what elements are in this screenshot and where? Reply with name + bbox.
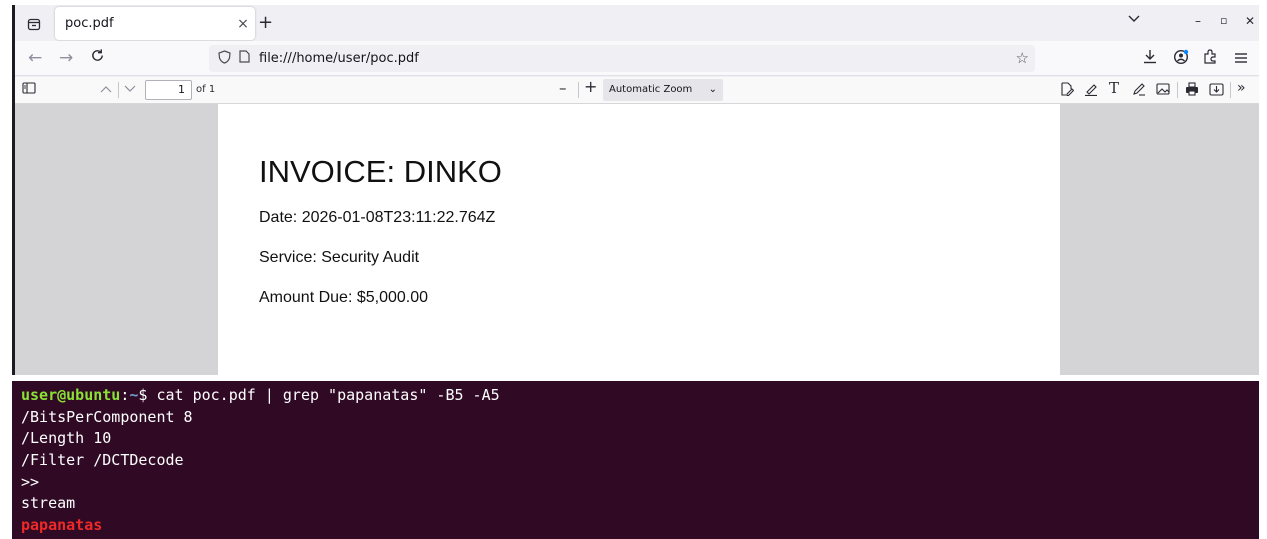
- account-icon[interactable]: [1173, 49, 1189, 69]
- tab-bar: poc.pdf × + – ▫ ✕: [15, 5, 1259, 41]
- more-tools-icon[interactable]: »: [1237, 80, 1246, 96]
- close-window-button[interactable]: ✕: [1245, 14, 1255, 28]
- tab-close-icon[interactable]: ×: [231, 16, 255, 32]
- list-all-tabs-icon[interactable]: [1128, 12, 1140, 27]
- save-icon[interactable]: [1209, 82, 1224, 101]
- toolbar-separator: [1230, 82, 1231, 98]
- url-text: file:///home/user/poc.pdf: [259, 51, 419, 66]
- toolbar-separator: [1177, 82, 1178, 98]
- navigation-bar: ← → file:///home/user/poc.pdf ☆: [15, 41, 1259, 76]
- terminal-output-line: stream: [21, 494, 76, 513]
- page-icon: [235, 50, 253, 67]
- zoom-select-value: Automatic Zoom: [609, 84, 693, 95]
- toolbar-separator: [578, 82, 579, 98]
- bookmark-star-icon[interactable]: ☆: [1016, 49, 1029, 67]
- invoice-title: INVOICE: DINKO: [259, 154, 502, 189]
- text-tool-icon[interactable]: T: [1109, 80, 1119, 96]
- invoice-service: Service: Security Audit: [259, 249, 420, 266]
- terminal-window[interactable]: user@ubuntu:~$ cat poc.pdf | grep "papan…: [12, 381, 1259, 539]
- forward-arrow-icon[interactable]: →: [59, 49, 73, 67]
- extensions-icon[interactable]: [1203, 49, 1218, 68]
- invoice-amount: Amount Due: $5,000.00: [259, 289, 429, 306]
- sidebar-toggle-icon[interactable]: [22, 82, 36, 99]
- previous-page-icon[interactable]: [100, 82, 112, 98]
- chevron-down-icon: ⌄: [708, 84, 717, 95]
- zoom-select[interactable]: Automatic Zoom ⌄: [603, 79, 723, 101]
- browser-window: poc.pdf × + – ▫ ✕ ← → file:///home/user/…: [12, 5, 1259, 375]
- menu-icon[interactable]: [1234, 49, 1248, 68]
- reload-icon[interactable]: [90, 48, 105, 67]
- draw-icon[interactable]: [1132, 82, 1146, 101]
- terminal-output-line: /Length 10: [21, 429, 112, 448]
- prompt-user: user@ubuntu: [21, 386, 121, 404]
- toolbar-separator: [118, 82, 119, 98]
- zoom-in-button[interactable]: +: [584, 79, 597, 95]
- page-count-label: of 1: [196, 84, 216, 95]
- terminal-output-line: /Filter /DCTDecode: [21, 451, 184, 470]
- next-page-icon[interactable]: [124, 82, 136, 98]
- invoice-date: Date: 2026-01-08T23:11:22.764Z: [259, 209, 496, 226]
- pdf-toolbar: 1 of 1 – + Automatic Zoom ⌄ T »: [15, 77, 1259, 104]
- pdf-page: INVOICE: DINKO Date: 2026-01-08T23:11:22…: [218, 104, 1060, 375]
- downloads-icon[interactable]: [1143, 49, 1157, 68]
- tab-title: poc.pdf: [65, 16, 114, 31]
- restore-button[interactable]: ▫: [1220, 14, 1227, 27]
- page-number-input[interactable]: 1: [145, 80, 192, 100]
- address-bar[interactable]: file:///home/user/poc.pdf ☆: [209, 45, 1035, 72]
- shield-icon[interactable]: [215, 49, 233, 68]
- prompt-symbol: $: [138, 386, 157, 404]
- terminal-command-line: user@ubuntu:~$ cat poc.pdf | grep "papan…: [21, 385, 1259, 407]
- zoom-out-button[interactable]: –: [559, 80, 567, 96]
- terminal-output-line: /BitsPerComponent 8: [21, 407, 193, 426]
- terminal-match-line: papanatas: [21, 516, 103, 535]
- highlight-icon[interactable]: [1084, 82, 1098, 101]
- edit-pdf-icon[interactable]: [1060, 82, 1075, 101]
- minimize-button[interactable]: –: [1195, 14, 1201, 28]
- new-tab-button[interactable]: +: [258, 12, 273, 33]
- screen: poc.pdf × + – ▫ ✕ ← → file:///home/user/…: [0, 0, 1267, 539]
- terminal-command: cat poc.pdf | grep "papanatas" -B5 -A5: [156, 386, 500, 404]
- print-icon[interactable]: [1185, 82, 1199, 101]
- tab-poc-pdf[interactable]: poc.pdf ×: [55, 7, 255, 40]
- terminal-output-line: >>: [21, 472, 40, 491]
- tab-overview-icon[interactable]: [23, 13, 45, 35]
- image-tool-icon[interactable]: [1156, 82, 1170, 101]
- back-arrow-icon[interactable]: ←: [28, 49, 42, 67]
- pdf-viewer[interactable]: INVOICE: DINKO Date: 2026-01-08T23:11:22…: [15, 104, 1259, 375]
